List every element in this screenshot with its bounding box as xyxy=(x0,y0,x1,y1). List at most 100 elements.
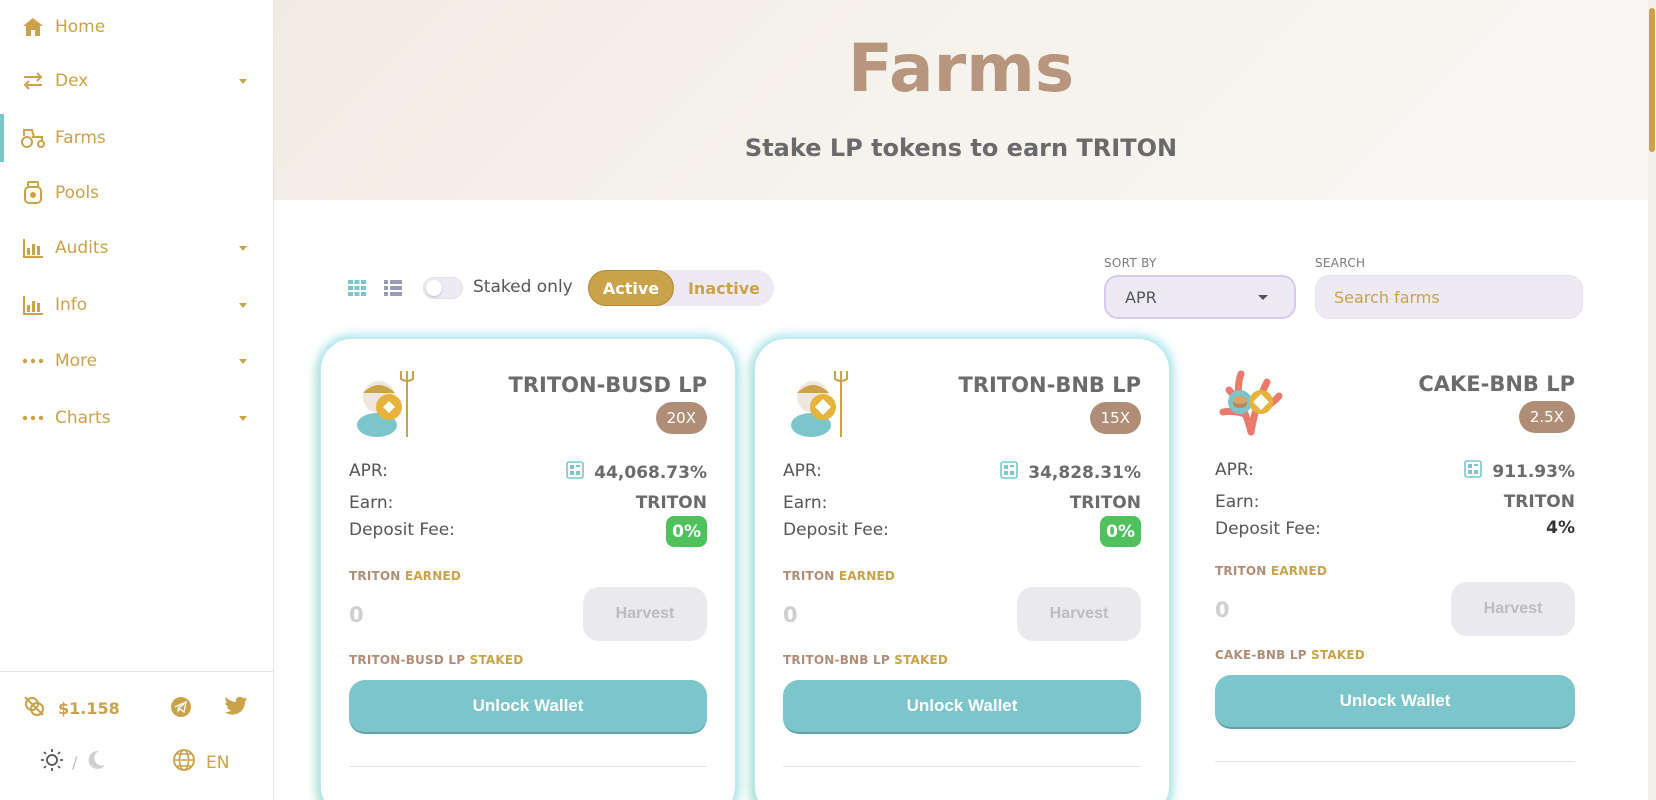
page-scrollbar[interactable] xyxy=(1648,0,1656,800)
earned-heading: TRITON EARNED xyxy=(783,569,895,583)
sidebar-item-dex[interactable]: Dex xyxy=(0,57,273,105)
triton-bnb-logo xyxy=(783,367,853,439)
earned-word: EARNED xyxy=(838,569,896,583)
sidebar-item-more[interactable]: More xyxy=(0,337,273,385)
tractor-icon xyxy=(20,125,46,151)
bar-chart-icon xyxy=(20,235,46,261)
earned-token: TRITON xyxy=(349,569,401,583)
deposit-fee-badge: 0% xyxy=(666,516,707,547)
apr-text: 911.93% xyxy=(1492,461,1575,482)
divider xyxy=(783,766,1141,767)
page-subtitle: Stake LP tokens to earn TRITON xyxy=(744,134,1178,162)
calculator-icon[interactable] xyxy=(566,461,585,484)
deposit-fee-label: Deposit Fee: xyxy=(349,520,455,540)
chevron-down-icon xyxy=(239,78,247,84)
grid-view-icon[interactable] xyxy=(348,280,366,300)
earned-word: EARNED xyxy=(404,569,462,583)
farm-card: TRITON-BNB LP 15X APR: 34,828.31% Earn: … xyxy=(754,338,1170,800)
scrollbar-thumb[interactable] xyxy=(1649,8,1655,152)
staked-only-label: Staked only xyxy=(473,277,573,297)
language-selector[interactable]: EN xyxy=(172,748,229,777)
chevron-down-icon xyxy=(1258,295,1268,300)
triton-token-icon xyxy=(22,694,46,722)
twitter-icon[interactable] xyxy=(224,696,248,720)
apr-value: 911.93% xyxy=(1464,460,1575,483)
farm-card: CAKE-BNB LP 2.5X APR: 911.93% Earn: TRIT… xyxy=(1187,338,1603,800)
sidebar-item-charts[interactable]: Charts xyxy=(0,394,273,442)
earn-label: Earn: xyxy=(783,493,828,513)
pool-jar-icon xyxy=(20,180,46,206)
home-icon xyxy=(20,14,46,40)
staked-token: CAKE-BNB LP xyxy=(1215,648,1307,662)
calculator-icon[interactable] xyxy=(1000,461,1019,484)
swap-icon xyxy=(20,68,46,94)
active-inactive-switch: Active Inactive xyxy=(588,270,774,306)
multiplier-badge: 20X xyxy=(655,402,707,434)
harvest-button[interactable]: Harvest xyxy=(1451,582,1575,636)
farm-name: TRITON-BNB LP xyxy=(958,373,1141,397)
sidebar-item-label: Home xyxy=(55,17,106,37)
unlock-wallet-button[interactable]: Unlock Wallet xyxy=(1215,675,1575,729)
unlock-wallet-button[interactable]: Unlock Wallet xyxy=(783,680,1141,734)
sidebar-item-label: Info xyxy=(55,295,88,315)
farm-name: TRITON-BUSD LP xyxy=(508,373,707,397)
earned-value: 0 xyxy=(1215,598,1230,622)
apr-text: 34,828.31% xyxy=(1028,462,1141,483)
sidebar: Home Dex Farms Pools Audits Info More Ch… xyxy=(0,0,274,800)
harvest-button[interactable]: Harvest xyxy=(583,587,707,641)
earned-token: TRITON xyxy=(783,569,835,583)
earned-value: 0 xyxy=(349,603,364,627)
divider xyxy=(349,766,707,767)
sort-by-select[interactable]: APR xyxy=(1104,275,1296,319)
dots-icon xyxy=(20,405,46,431)
apr-label: APR: xyxy=(349,461,388,481)
triton-busd-logo xyxy=(349,367,419,439)
chevron-down-icon xyxy=(239,415,247,421)
apr-text: 44,068.73% xyxy=(594,462,707,483)
unlock-wallet-button[interactable]: Unlock Wallet xyxy=(349,680,707,734)
chevron-down-icon xyxy=(239,302,247,308)
earned-heading: TRITON EARNED xyxy=(349,569,461,583)
multiplier-badge: 15X xyxy=(1089,402,1141,434)
earned-value: 0 xyxy=(783,603,798,627)
earned-heading: TRITON EARNED xyxy=(1215,564,1327,578)
staked-heading: TRITON-BNB LP STAKED xyxy=(783,653,948,667)
search-input[interactable] xyxy=(1315,275,1583,319)
page-hero: Farms Stake LP tokens to earn TRITON xyxy=(274,0,1648,200)
calculator-icon[interactable] xyxy=(1464,460,1483,483)
sidebar-item-label: Audits xyxy=(55,238,109,258)
sidebar-item-audits[interactable]: Audits xyxy=(0,224,273,272)
sidebar-footer: $1.158 / EN xyxy=(0,671,273,800)
earned-token: TRITON xyxy=(1215,564,1267,578)
theme-toggle[interactable]: / xyxy=(40,748,107,776)
farm-name: CAKE-BNB LP xyxy=(1418,372,1575,396)
sun-icon[interactable] xyxy=(40,748,64,776)
sidebar-item-label: Farms xyxy=(55,128,106,148)
harvest-button[interactable]: Harvest xyxy=(1017,587,1141,641)
deposit-fee-label: Deposit Fee: xyxy=(783,520,889,540)
token-price[interactable]: $1.158 xyxy=(22,694,120,722)
apr-label: APR: xyxy=(1215,460,1254,480)
moon-icon[interactable] xyxy=(85,749,107,775)
bar-chart-icon xyxy=(20,292,46,318)
earn-label: Earn: xyxy=(349,493,394,513)
sidebar-item-home[interactable]: Home xyxy=(0,3,273,51)
staked-only-toggle[interactable] xyxy=(423,277,463,299)
chevron-down-icon xyxy=(239,245,247,251)
list-view-icon[interactable] xyxy=(384,280,402,300)
cake-bnb-logo xyxy=(1215,366,1285,438)
deposit-fee-label: Deposit Fee: xyxy=(1215,519,1321,539)
token-price-value: $1.158 xyxy=(58,698,120,718)
tab-active[interactable]: Active xyxy=(588,270,674,306)
telegram-icon[interactable] xyxy=(170,696,192,722)
sidebar-item-farms[interactable]: Farms xyxy=(0,114,273,162)
chevron-down-icon xyxy=(239,358,247,364)
staked-token: TRITON-BUSD LP xyxy=(349,653,466,667)
earn-token: TRITON xyxy=(1069,493,1141,513)
deposit-fee-value: 4% xyxy=(1546,518,1575,538)
staked-word: STAKED xyxy=(894,653,949,667)
tab-inactive[interactable]: Inactive xyxy=(674,279,774,298)
sidebar-item-info[interactable]: Info xyxy=(0,281,273,329)
staked-word: STAKED xyxy=(1311,648,1365,662)
sidebar-item-pools[interactable]: Pools xyxy=(0,169,273,217)
